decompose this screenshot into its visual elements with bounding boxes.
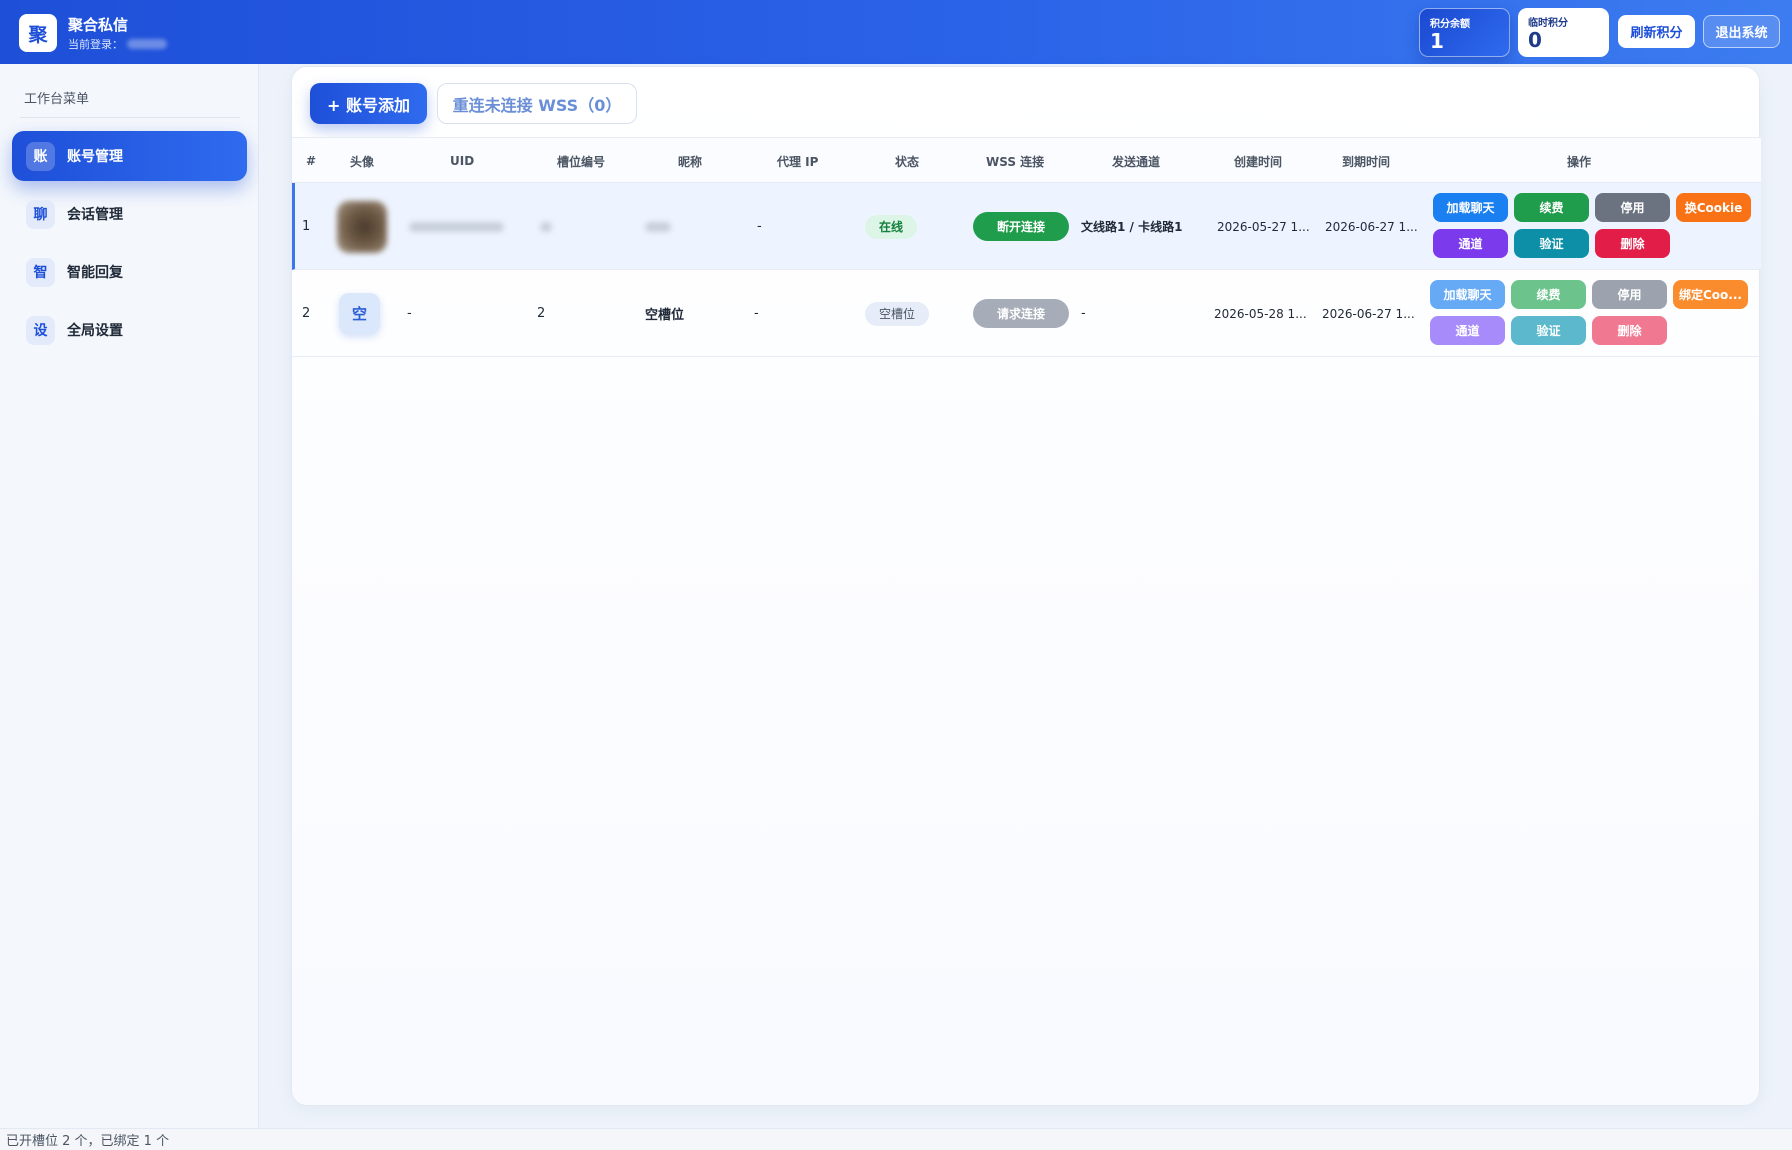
column-header-status: 状态 (895, 154, 920, 169)
sidebar-divider (20, 117, 240, 118)
account-icon: 账 (26, 141, 55, 171)
app-title: 聚合私信 (68, 16, 129, 34)
table-row: 1 - 在线 断开连接 文线路1 / 卡线路1 2026-05-27 1... … (292, 183, 1761, 270)
delete-button[interactable]: 删除 (1592, 316, 1667, 345)
avatar: 空 (339, 293, 380, 334)
current-login-user-redacted (127, 39, 167, 49)
column-header-wss: WSS 连接 (986, 154, 1045, 169)
credit-balance-value: 1 (1430, 29, 1444, 53)
proxy-ip: - (754, 306, 759, 321)
row-index: 1 (302, 219, 311, 234)
status-cell: 空槽位 (865, 270, 930, 357)
bind-cookie-button[interactable]: 绑定Coo... (1673, 280, 1748, 309)
load-chat-button[interactable]: 加载聊天 (1433, 193, 1508, 222)
current-login-label: 当前登录： (68, 38, 123, 51)
wss-cell: 请求连接 (973, 270, 1069, 357)
column-header-expires: 到期时间 (1342, 154, 1391, 169)
top-bar: 聚 聚合私信 当前登录： 积分余额 1 临时积分 0 刷新积分 退出系统 (0, 0, 1792, 64)
send-channel: 文线路1 / 卡线路1 (1081, 220, 1183, 234)
proxy-ip: - (757, 219, 762, 234)
expire-time: 2026-06-27 1... (1322, 306, 1415, 321)
table-header: # 头像 UID 槽位编号 昵称 代理 IP 状态 WSS 连接 发送通道 创建… (292, 137, 1761, 183)
expire-time: 2026-06-27 1... (1325, 219, 1418, 234)
avatar (337, 201, 387, 253)
status-cell: 在线 (865, 183, 918, 270)
column-header-slot: 槽位编号 (557, 154, 606, 169)
nickname: 空槽位 (645, 308, 685, 323)
credit-balance-label: 积分余额 (1430, 19, 1470, 30)
logout-button[interactable]: 退出系统 (1703, 15, 1780, 48)
sidebar-heading: 工作台菜单 (24, 92, 90, 107)
change-cookie-button[interactable]: 换Cookie (1676, 193, 1751, 222)
account-panel: + 账号添加 重连未连接 WSS（0） # 头像 UID 槽位编号 昵称 代理 … (291, 66, 1761, 1106)
renew-button[interactable]: 续费 (1511, 280, 1586, 309)
disable-button[interactable]: 停用 (1592, 280, 1667, 309)
column-header-created: 创建时间 (1234, 154, 1283, 169)
column-header-actions: 操作 (1567, 154, 1592, 169)
sidebar-item-label: 全局设置 (67, 323, 123, 339)
slot-number: 2 (537, 306, 546, 321)
column-header-uid: UID (450, 154, 475, 168)
settings-icon: 设 (26, 315, 55, 345)
temp-credit-card: 临时积分 0 (1518, 8, 1609, 57)
chat-icon: 聊 (26, 199, 55, 229)
temp-credit-label: 临时积分 (1528, 18, 1568, 29)
request-wss-button[interactable]: 请求连接 (973, 299, 1069, 328)
renew-button[interactable]: 续费 (1514, 193, 1589, 222)
column-header-nickname: 昵称 (678, 154, 703, 169)
nickname-redacted (645, 183, 671, 270)
load-chat-button[interactable]: 加载聊天 (1430, 280, 1505, 309)
status-badge: 空槽位 (865, 301, 930, 326)
sidebar-item-label: 账号管理 (67, 149, 123, 165)
sidebar-item-smart-reply[interactable]: 智 智能回复 (12, 247, 247, 297)
channel-button[interactable]: 通道 (1433, 229, 1508, 258)
status-bar: 已开槽位 2 个，已绑定 1 个 (0, 1128, 1792, 1150)
created-time: 2026-05-27 1... (1217, 219, 1310, 234)
sidebar: 工作台菜单 账 账号管理 聊 会话管理 智 智能回复 设 全局设置 (0, 64, 259, 1128)
smart-icon: 智 (26, 257, 55, 287)
delete-button[interactable]: 删除 (1595, 229, 1670, 258)
send-channel: - (1081, 306, 1086, 321)
reconnect-wss-button[interactable]: 重连未连接 WSS（0） (437, 83, 637, 124)
refresh-credits-button[interactable]: 刷新积分 (1618, 15, 1695, 48)
column-header-avatar: 头像 (350, 154, 375, 169)
uid-redacted (409, 183, 504, 270)
sidebar-item-label: 会话管理 (67, 207, 123, 223)
column-header-index: # (306, 154, 317, 168)
created-time: 2026-05-28 1... (1214, 306, 1307, 321)
status-badge: 在线 (865, 214, 918, 239)
add-account-button[interactable]: + 账号添加 (310, 83, 427, 124)
column-header-proxy: 代理 IP (777, 154, 819, 169)
verify-button[interactable]: 验证 (1511, 316, 1586, 345)
uid: - (407, 306, 412, 321)
slot-redacted (540, 183, 552, 270)
credit-balance-card: 积分余额 1 (1419, 8, 1510, 57)
table-row: 2 空 - 2 空槽位 - 空槽位 请求连接 - 2026-05-28 1...… (292, 270, 1761, 357)
disconnect-wss-button[interactable]: 断开连接 (973, 212, 1069, 241)
current-login: 当前登录： (68, 36, 167, 52)
verify-button[interactable]: 验证 (1514, 229, 1589, 258)
sidebar-item-session-management[interactable]: 聊 会话管理 (12, 189, 247, 239)
temp-credit-value: 0 (1528, 28, 1542, 52)
disable-button[interactable]: 停用 (1595, 193, 1670, 222)
channel-button[interactable]: 通道 (1430, 316, 1505, 345)
row-index: 2 (302, 306, 311, 321)
sidebar-item-global-settings[interactable]: 设 全局设置 (12, 305, 247, 355)
sidebar-item-account-management[interactable]: 账 账号管理 (12, 131, 247, 181)
sidebar-item-label: 智能回复 (67, 265, 123, 281)
app-logo: 聚 (19, 14, 57, 52)
wss-cell: 断开连接 (973, 183, 1069, 270)
column-header-channel: 发送通道 (1112, 154, 1161, 169)
